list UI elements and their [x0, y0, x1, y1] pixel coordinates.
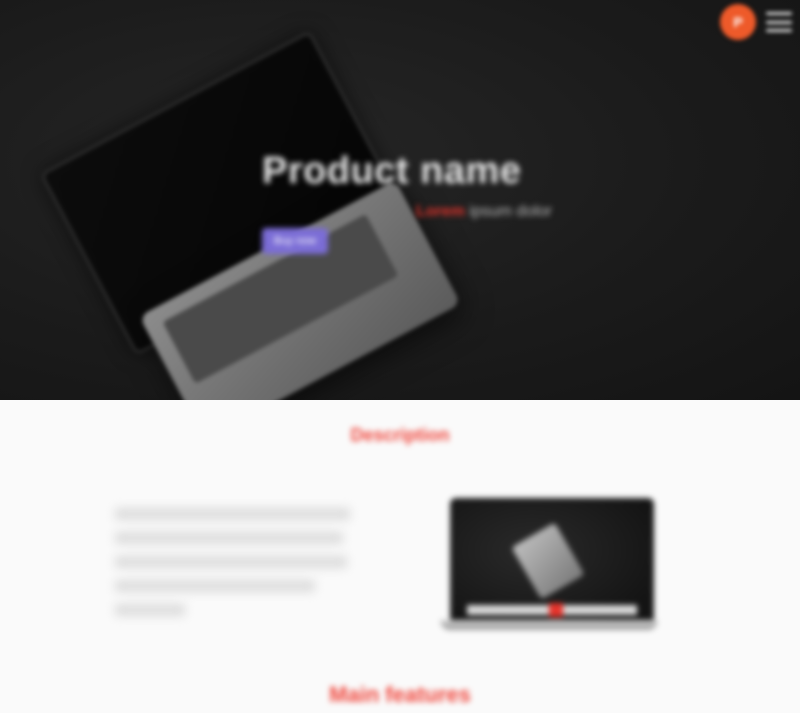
brand-logo-text: P: [733, 14, 743, 30]
hero-subtitle-accent: Lorem: [415, 203, 465, 220]
brand-logo[interactable]: P: [720, 4, 756, 40]
section-heading-features: Main features: [329, 682, 471, 707]
product-laptop-image: [440, 492, 658, 638]
description-text: [115, 508, 355, 618]
landing-page: Product name Lorem ipsum dolor Buy now P…: [0, 0, 800, 713]
hero-subtitle: Lorem ipsum dolor: [262, 203, 552, 221]
hamburger-icon[interactable]: [766, 12, 792, 32]
product-laptop-base: [440, 620, 658, 630]
product-laptop-screen: [450, 498, 654, 628]
hero-section: Product name Lorem ipsum dolor Buy now P: [0, 0, 800, 400]
hero-title: Product name: [262, 150, 522, 192]
hero-text-block: Product name Lorem ipsum dolor Buy now: [262, 150, 552, 254]
hero-laptop-image: [39, 30, 480, 400]
section-heading-description: Description: [350, 425, 450, 445]
hero-subtitle-rest: ipsum dolor: [464, 203, 552, 220]
buy-now-button[interactable]: Buy now: [262, 228, 328, 254]
top-nav: P: [720, 4, 792, 40]
